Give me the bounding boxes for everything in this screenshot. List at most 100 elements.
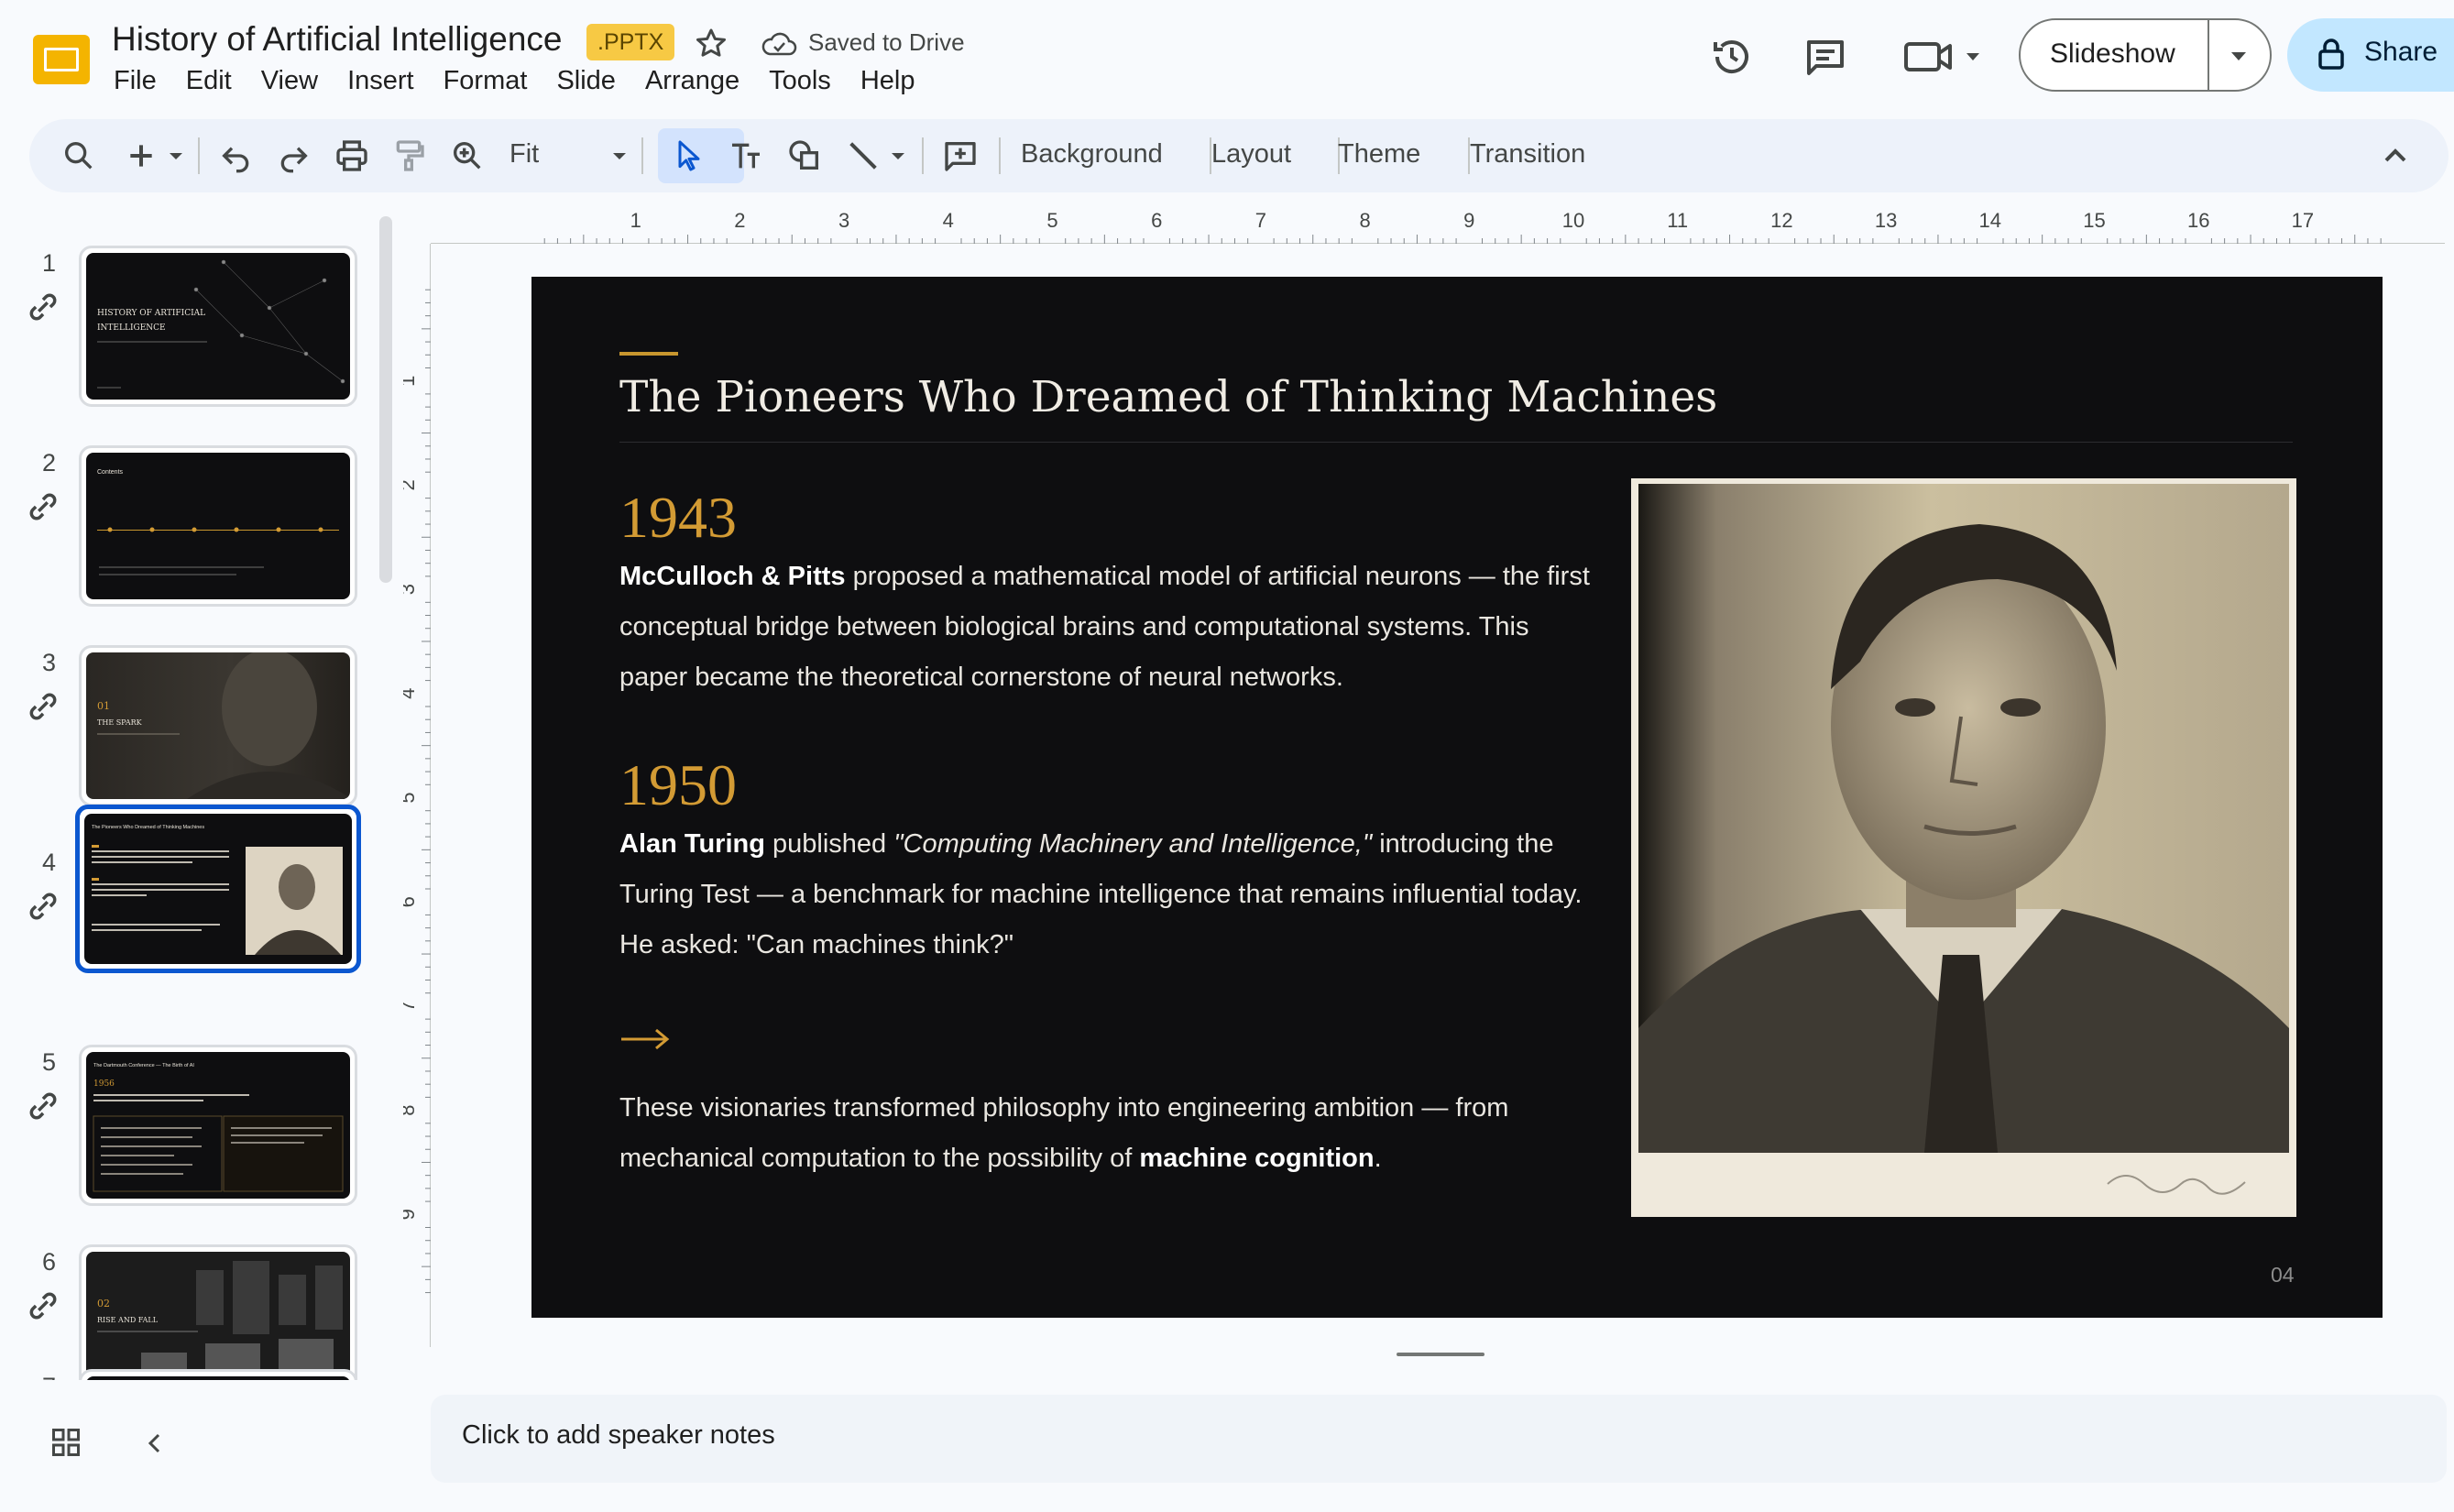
paragraph-line: Turing Test — a benchmark for machine in… xyxy=(619,880,1583,909)
menu-bar: File Edit View Insert Format Slide Arran… xyxy=(114,66,944,96)
slideshow-button[interactable]: Slideshow xyxy=(2019,18,2272,92)
zoom-icon[interactable] xyxy=(449,137,486,174)
paragraph-line: conceptual bridge between biological bra… xyxy=(619,612,1529,641)
theme-button[interactable]: Theme xyxy=(1338,139,1420,170)
slideshow-options-chevron-icon[interactable] xyxy=(2229,49,2248,62)
ruler-label: 9 xyxy=(1463,209,1474,232)
menu-help[interactable]: Help xyxy=(860,66,915,96)
version-history-icon[interactable] xyxy=(1710,35,1754,79)
paragraph-1943[interactable]: McCulloch & Pitts proposed a mathematica… xyxy=(619,552,1590,703)
speaker-notes-placeholder: Click to add speaker notes xyxy=(462,1420,775,1450)
redo-icon[interactable] xyxy=(275,137,312,174)
paragraph-1950[interactable]: Alan Turing published "Computing Machine… xyxy=(619,819,1583,970)
meet-camera-icon[interactable] xyxy=(1902,35,1985,79)
cloud-saved-icon xyxy=(761,29,797,59)
slide-canvas[interactable]: The Pioneers Who Dreamed of Thinking Mac… xyxy=(531,277,2383,1318)
speaker-notes[interactable]: Click to add speaker notes xyxy=(431,1395,2447,1483)
closing-paragraph[interactable]: These visionaries transformed philosophy… xyxy=(619,1083,1563,1184)
ruler-label: 4 xyxy=(943,209,954,232)
slide-title[interactable]: The Pioneers Who Dreamed of Thinking Mac… xyxy=(619,372,1717,422)
linked-slide-icon[interactable] xyxy=(26,1288,60,1323)
linked-slide-icon[interactable] xyxy=(26,1089,60,1123)
paragraph-line: These visionaries transformed philosophy… xyxy=(619,1093,1509,1123)
menu-edit[interactable]: Edit xyxy=(186,66,232,96)
linked-slide-icon[interactable] xyxy=(26,689,60,724)
portrait-photo[interactable] xyxy=(1631,478,2296,1217)
slide-thumbnail-2[interactable]: Contents xyxy=(79,445,357,607)
slide-number: 7 xyxy=(42,1373,56,1380)
add-comment-icon[interactable] xyxy=(942,137,979,174)
slide-thumbnail-7[interactable] xyxy=(79,1369,357,1380)
linked-slide-icon[interactable] xyxy=(26,489,60,524)
year-1943[interactable]: 1943 xyxy=(619,484,737,552)
horizontal-ruler[interactable]: 1 2 3 4 5 6 7 8 9 10 11 12 13 14 15 16 17 xyxy=(431,207,2445,244)
thumb-subtitle-line xyxy=(97,1331,198,1332)
menu-arrange[interactable]: Arrange xyxy=(645,66,739,96)
linked-slide-icon[interactable] xyxy=(26,290,60,324)
comments-icon[interactable] xyxy=(1803,35,1847,79)
undo-icon[interactable] xyxy=(218,137,255,174)
zoom-select[interactable]: Fit xyxy=(509,139,539,170)
share-button[interactable]: Share xyxy=(2287,18,2454,92)
year-1950[interactable]: 1950 xyxy=(619,751,737,819)
background-button[interactable]: Background xyxy=(1021,139,1163,170)
menu-slide[interactable]: Slide xyxy=(556,66,616,96)
ruler-label: 15 xyxy=(2083,209,2105,232)
ruler-label: 6 xyxy=(1151,209,1162,232)
notes-resize-handle[interactable] xyxy=(1397,1353,1484,1356)
print-icon[interactable] xyxy=(334,137,370,174)
menu-view[interactable]: View xyxy=(261,66,318,96)
shape-icon[interactable] xyxy=(786,137,823,174)
page-number: 04 xyxy=(2271,1263,2295,1287)
slide-number: 1 xyxy=(42,249,57,277)
paragraph-line: Alan Turing published "Computing Machine… xyxy=(619,829,1554,859)
new-slide-chevron-icon[interactable] xyxy=(165,137,187,174)
ruler-label: 17 xyxy=(2292,209,2314,232)
slide-thumbnail-3[interactable]: 01 THE SPARK xyxy=(79,645,357,806)
zoom-chevron-icon[interactable] xyxy=(608,137,630,174)
star-icon[interactable] xyxy=(693,26,729,62)
slide-number: 4 xyxy=(42,849,57,876)
thumb-subtitle-line xyxy=(97,341,207,343)
menu-format[interactable]: Format xyxy=(444,66,528,96)
slides-logo-icon[interactable] xyxy=(31,33,92,86)
ruler-label: 5 xyxy=(403,792,419,803)
toolbar: Fit Background Layout Theme Transition xyxy=(29,119,2449,192)
ruler-label: 9 xyxy=(403,1209,419,1220)
save-status: Saved to Drive xyxy=(808,28,965,56)
menu-tools[interactable]: Tools xyxy=(769,66,831,96)
slide-number: 6 xyxy=(42,1248,57,1276)
slide-thumbnail-1[interactable]: HISTORY OF ARTIFICIAL INTELLIGENCE xyxy=(79,246,357,407)
collapse-toolbar-chevron-icon[interactable] xyxy=(2377,137,2414,174)
slide-thumbnail-4[interactable]: The Pioneers Who Dreamed of Thinking Mac… xyxy=(75,805,361,973)
thumb-footer-line xyxy=(97,387,121,389)
collapse-panel-chevron-icon[interactable] xyxy=(143,1428,165,1459)
menu-file[interactable]: File xyxy=(114,66,157,96)
line-chevron-icon[interactable] xyxy=(887,137,909,174)
share-label: Share xyxy=(2364,37,2438,67)
document-title[interactable]: History of Artificial Intelligence xyxy=(112,20,562,59)
paint-format-icon[interactable] xyxy=(390,137,427,174)
ruler-label: 7 xyxy=(1255,209,1266,232)
ruler-label: 6 xyxy=(403,896,419,907)
grid-view-icon[interactable] xyxy=(49,1426,82,1459)
filmstrip-scrollbar[interactable] xyxy=(379,216,392,583)
ruler-label: 5 xyxy=(1046,209,1057,232)
select-arrow-icon[interactable] xyxy=(671,137,707,174)
line-icon[interactable] xyxy=(845,137,882,174)
slide-thumbnail-5[interactable]: The Dartmouth Conference — The Birth of … xyxy=(79,1045,357,1206)
text-box-icon[interactable] xyxy=(728,137,764,174)
slide-thumbnail-6[interactable]: 02 RISE AND FALL xyxy=(79,1244,357,1380)
transition-button[interactable]: Transition xyxy=(1470,139,1585,170)
layout-button[interactable]: Layout xyxy=(1211,139,1291,170)
thumb-title: THE SPARK xyxy=(97,718,142,727)
ruler-label: 8 xyxy=(403,1104,419,1115)
slide-number: 5 xyxy=(42,1048,57,1076)
vertical-ruler[interactable]: 1 2 3 4 5 6 7 8 9 xyxy=(403,244,431,1347)
thumb-title: HISTORY OF ARTIFICIAL INTELLIGENCE xyxy=(97,309,206,333)
menu-insert[interactable]: Insert xyxy=(347,66,414,96)
slide-filmstrip: 1 HISTORY OF ARTIFICIAL INTELLIGENCE 2 C… xyxy=(0,216,403,1380)
search-menus-icon[interactable] xyxy=(60,137,97,174)
new-slide-plus-icon[interactable] xyxy=(123,137,159,174)
linked-slide-icon[interactable] xyxy=(26,889,60,924)
